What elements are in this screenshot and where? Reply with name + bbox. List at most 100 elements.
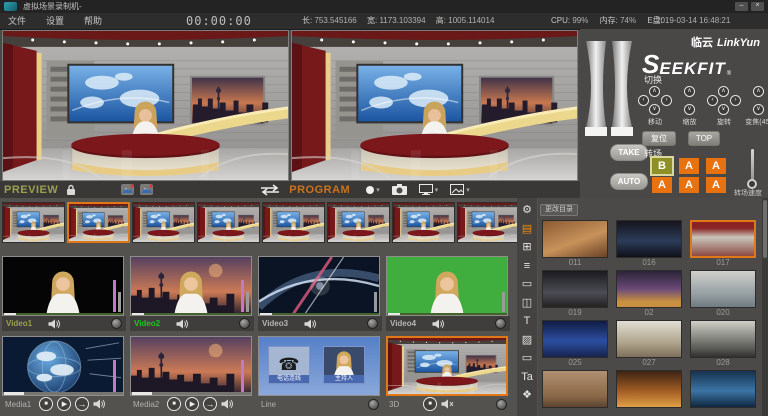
stop-button[interactable]: ■: [167, 397, 181, 411]
title-icon[interactable]: T: [519, 314, 535, 328]
close-button[interactable]: ×: [751, 2, 764, 11]
speaker-icon[interactable]: [221, 399, 234, 409]
pad-right-button[interactable]: ›: [661, 95, 672, 106]
video2-thumbnail[interactable]: [130, 256, 252, 316]
scene-thumbnail[interactable]: [690, 220, 756, 258]
pad-up-button[interactable]: ∧: [718, 86, 729, 97]
playlist-icon[interactable]: ≡: [519, 259, 535, 273]
angle-thumbnail[interactable]: [327, 202, 390, 243]
transition-button[interactable]: A: [706, 158, 726, 174]
gear-knob-icon[interactable]: [496, 399, 507, 410]
media1-thumbnail[interactable]: [2, 336, 124, 396]
scene-thumbnail[interactable]: [690, 270, 756, 308]
save-icon[interactable]: ▤: [519, 222, 535, 236]
menu-settings[interactable]: 设置: [46, 13, 64, 29]
gear-knob-icon[interactable]: [368, 399, 379, 410]
record-dropdown-icon[interactable]: ▾: [376, 186, 380, 194]
transition-button[interactable]: A: [652, 177, 672, 193]
gear-knob-icon[interactable]: [367, 318, 378, 329]
video4-thumbnail[interactable]: [386, 256, 508, 316]
transition-speed-slider[interactable]: [746, 149, 758, 189]
scene-thumbnail[interactable]: [616, 370, 682, 408]
lock-icon[interactable]: [66, 184, 76, 196]
video3-thumbnail[interactable]: [258, 256, 380, 316]
media-progress-bar[interactable]: [131, 392, 251, 395]
picture-dropdown-icon[interactable]: ▾: [466, 186, 470, 194]
transition-button[interactable]: B: [652, 158, 672, 174]
scene-thumbnail[interactable]: [542, 370, 608, 408]
minimize-button[interactable]: –: [735, 2, 748, 11]
scene-thumbnail[interactable]: [542, 320, 608, 358]
pad-up-button[interactable]: ∧: [649, 86, 660, 97]
top-button[interactable]: TOP: [688, 131, 720, 146]
pad-down-button[interactable]: ∨: [649, 104, 660, 115]
angle-thumbnail[interactable]: [2, 202, 65, 243]
speaker-icon[interactable]: [432, 319, 445, 329]
add-image-icon-2[interactable]: [140, 184, 153, 195]
swap-preview-program-icon[interactable]: [257, 184, 283, 196]
scene-item[interactable]: 017: [690, 220, 756, 268]
monitor-icon[interactable]: ▭: [519, 277, 535, 291]
scene-browser-scrollbar[interactable]: [762, 198, 768, 416]
play-button[interactable]: ▶: [185, 397, 199, 411]
scene-item[interactable]: 020: [690, 270, 756, 318]
scrollbar-thumb[interactable]: [763, 200, 767, 258]
display-dropdown-icon[interactable]: ▾: [435, 186, 439, 194]
plugin-icon[interactable]: ❖: [519, 388, 535, 402]
scene-item[interactable]: 028: [690, 320, 756, 368]
add-image-icon[interactable]: [121, 184, 134, 195]
scene-thumbnail[interactable]: [616, 270, 682, 308]
gear-icon[interactable]: ⚙: [519, 203, 535, 217]
scene-item[interactable]: 025: [542, 320, 608, 368]
angle-thumbnail[interactable]: [392, 202, 455, 243]
transition-button[interactable]: A: [679, 177, 699, 193]
pad-down-button[interactable]: ∨: [718, 104, 729, 115]
speaker-muted-icon[interactable]: [441, 399, 454, 409]
pad-left-button[interactable]: ‹: [707, 95, 718, 106]
line-thumbnail[interactable]: ☎ 电话连线 主持人: [258, 336, 380, 396]
next-button[interactable]: →: [203, 397, 217, 411]
angle-thumbnail[interactable]: [67, 202, 130, 243]
screen-icon[interactable]: ◫: [519, 296, 535, 310]
scene-item[interactable]: 02: [616, 270, 682, 318]
scene-thumbnail[interactable]: [542, 270, 608, 308]
next-button[interactable]: →: [75, 397, 89, 411]
pad-right-button[interactable]: ›: [730, 95, 741, 106]
display-output-icon[interactable]: [419, 184, 433, 195]
take-button[interactable]: TAKE: [610, 144, 648, 161]
pad-up-button[interactable]: ∧: [684, 86, 695, 97]
pad-up-button[interactable]: ∧: [753, 86, 764, 97]
scene-item[interactable]: 011: [542, 220, 608, 268]
subtitle-icon[interactable]: Ta: [519, 370, 535, 384]
scene-thumbnail[interactable]: [616, 220, 682, 258]
gear-knob-icon[interactable]: [239, 318, 250, 329]
auto-button[interactable]: AUTO: [610, 173, 648, 190]
scene-thumbnail[interactable]: [690, 320, 756, 358]
pad-down-button[interactable]: ∨: [684, 104, 695, 115]
speaker-icon[interactable]: [176, 319, 189, 329]
transition-button[interactable]: A: [679, 158, 699, 174]
scene-item[interactable]: 016: [616, 220, 682, 268]
gear-knob-icon[interactable]: [111, 318, 122, 329]
t-bar-fader[interactable]: [584, 39, 634, 143]
scene-thumbnail[interactable]: [542, 220, 608, 258]
snapshot-camera-icon[interactable]: [392, 184, 407, 195]
media2-thumbnail[interactable]: [130, 336, 252, 396]
frame-icon[interactable]: ▭: [519, 351, 535, 365]
reset-button[interactable]: 复位: [642, 131, 676, 146]
video1-thumbnail[interactable]: [2, 256, 124, 316]
scene-item[interactable]: [690, 370, 756, 416]
record-icon[interactable]: [366, 186, 374, 194]
play-button[interactable]: ▶: [57, 397, 71, 411]
speaker-icon[interactable]: [304, 319, 317, 329]
media-progress-bar[interactable]: [3, 392, 123, 395]
change-directory-button[interactable]: 更改目录: [540, 204, 578, 216]
picture-output-icon[interactable]: [450, 184, 464, 195]
gear-knob-icon[interactable]: [495, 318, 506, 329]
scene-thumbnail[interactable]: [690, 370, 756, 408]
pad-down-button[interactable]: ∨: [753, 104, 764, 115]
scene-thumbnail[interactable]: [616, 320, 682, 358]
scene3d-thumbnail[interactable]: [386, 336, 508, 396]
image-icon[interactable]: ▨: [519, 333, 535, 347]
scene-item[interactable]: 027: [616, 320, 682, 368]
